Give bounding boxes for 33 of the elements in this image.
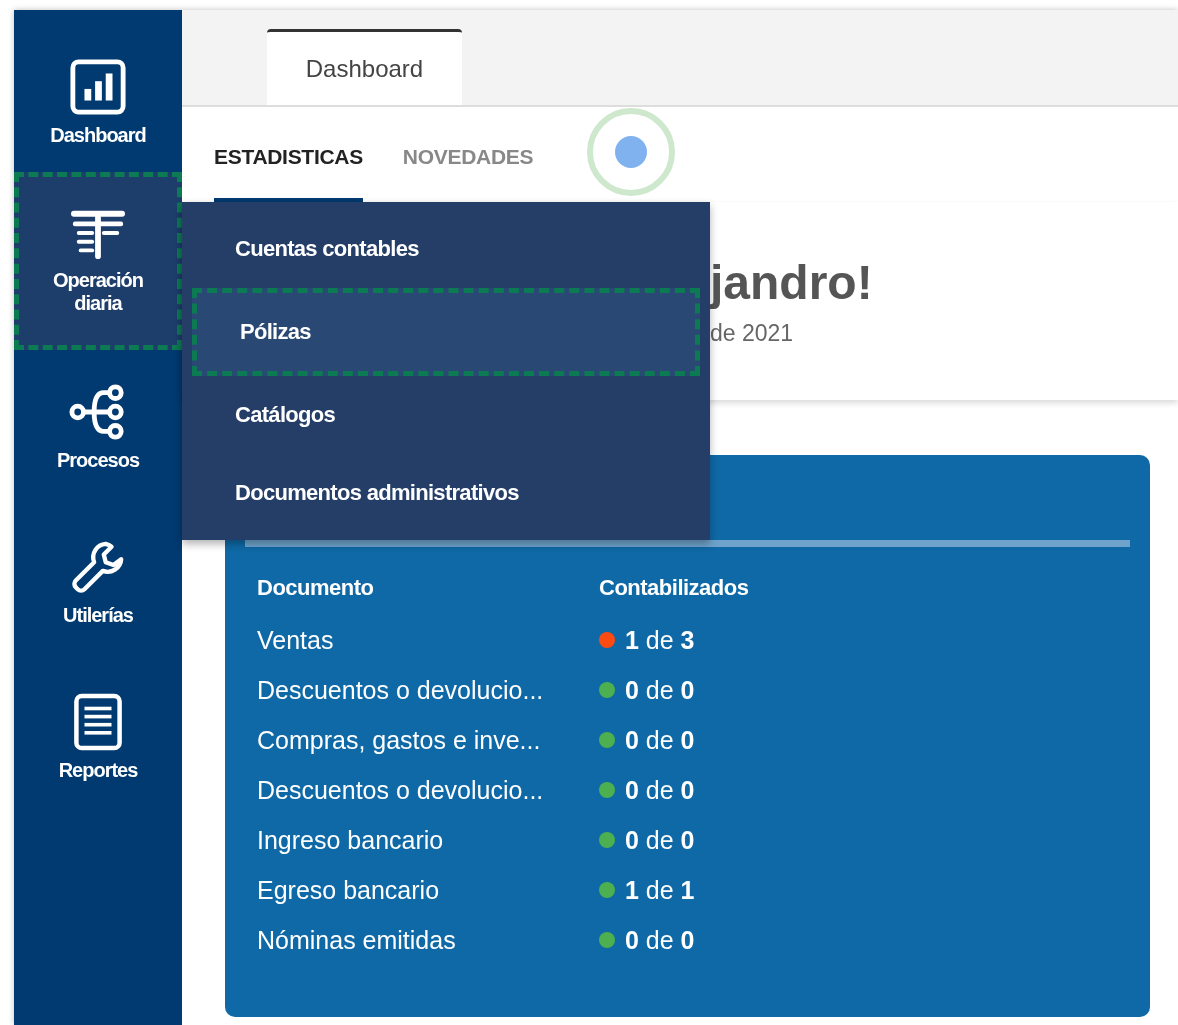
document-list-icon — [71, 693, 125, 751]
menu-item[interactable]: Catálogos — [192, 376, 700, 454]
posted-count: 0 de 0 — [625, 825, 695, 855]
greeting-title: jandro! — [710, 255, 874, 310]
posted-count: 1 de 1 — [625, 875, 695, 905]
posted-count: 0 de 0 — [625, 775, 695, 805]
sidebar-item[interactable]: Operación diaria — [14, 172, 182, 350]
menu-item[interactable]: Cuentas contables — [192, 210, 700, 288]
document-name: Egreso bancario — [256, 874, 441, 906]
sidebar-item[interactable]: Procesos — [14, 350, 182, 505]
sidebar-item[interactable]: Reportes — [14, 660, 182, 815]
column-header: Contabilizados — [598, 575, 750, 602]
sidebar-item[interactable]: Utilerías — [14, 505, 182, 660]
posted-count: 1 de 3 — [625, 625, 695, 655]
document-name: Nóminas emitidas — [256, 924, 457, 956]
document-name: Ingreso bancario — [256, 824, 445, 856]
flow-nodes-icon — [69, 383, 127, 441]
document-name: Compras, gastos e inve... — [256, 724, 542, 756]
sidebar-item[interactable]: Dashboard — [14, 32, 182, 172]
bar-chart-icon — [69, 57, 127, 116]
column-header: Documento — [256, 575, 375, 602]
posted-count: 0 de 0 — [625, 675, 695, 705]
beacon-icon — [586, 107, 676, 197]
menu-item[interactable]: Pólizas — [192, 288, 700, 376]
menu-item[interactable]: Documentos administrativos — [192, 454, 700, 532]
posted-count: 0 de 0 — [625, 725, 695, 755]
posted-count: 0 de 0 — [625, 925, 695, 955]
document-name: Ventas — [256, 624, 335, 656]
greeting-date: de 2021 — [710, 320, 795, 347]
section-tab[interactable]: NOVEDADES — [402, 107, 534, 202]
page-tab[interactable]: Dashboard — [267, 29, 462, 105]
document-name: Descuentos o devolucio... — [256, 674, 545, 706]
document-name: Descuentos o devolucio... — [256, 774, 545, 806]
